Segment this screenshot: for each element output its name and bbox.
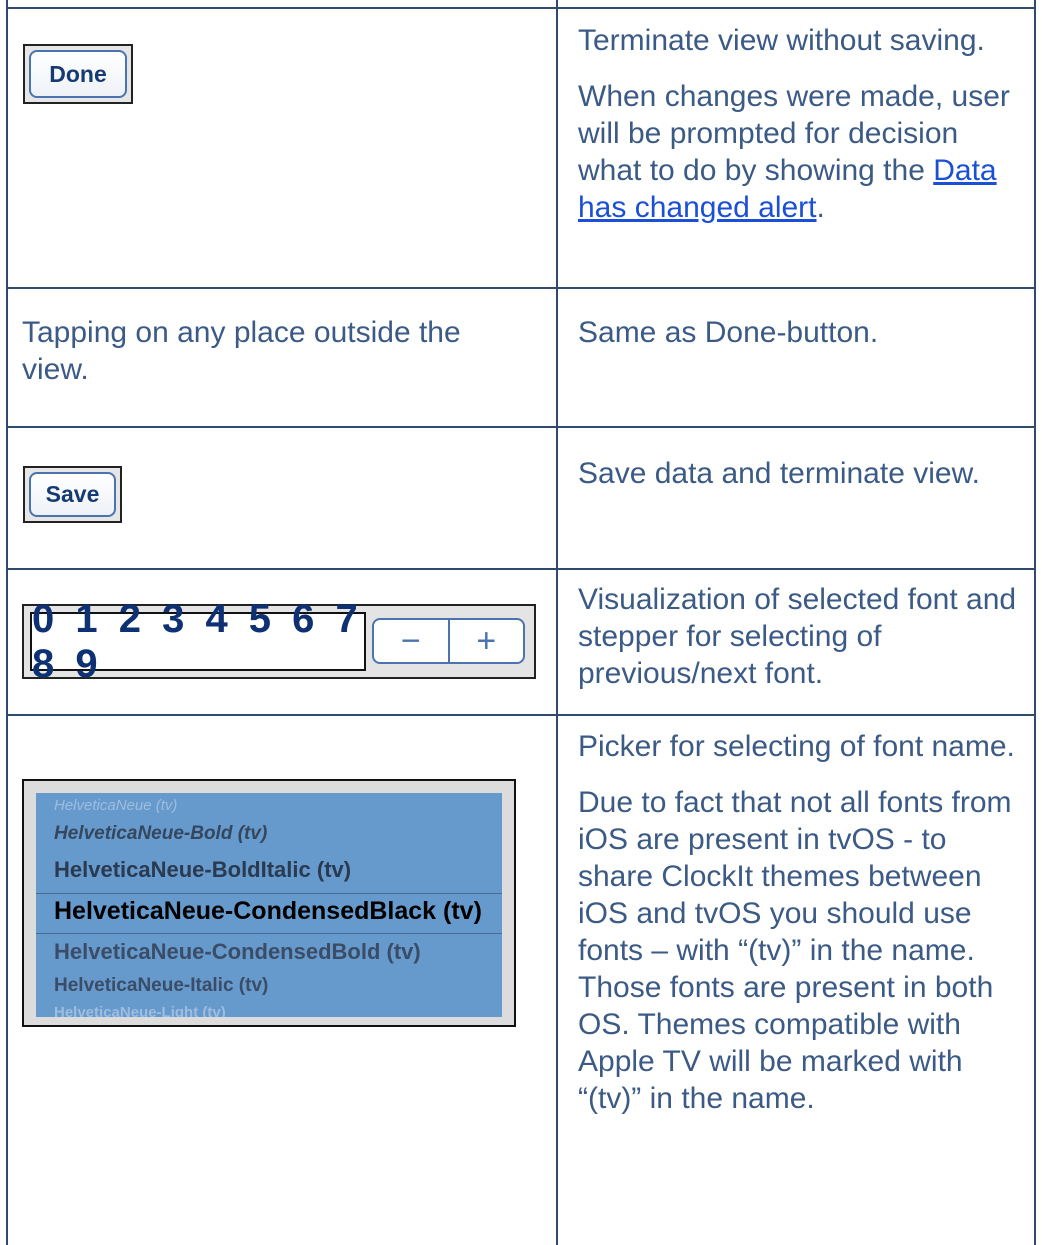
table-border-left: [6, 0, 8, 1245]
stepper-minus-button[interactable]: −: [374, 620, 448, 662]
font-preview-panel: 0 1 2 3 4 5 6 7 8 9 − +: [22, 597, 536, 686]
tap-outside-label: Tapping on any place outside the view.: [22, 316, 461, 386]
picker-description-detail: Due to fact that not all fonts from iOS …: [578, 786, 1012, 1115]
done-button[interactable]: Done: [23, 44, 133, 104]
table-row-divider: [6, 714, 1036, 716]
tap-outside-description: Same as Done-button.: [578, 316, 879, 349]
table-column-divider: [556, 0, 558, 1245]
table-row-divider: [6, 426, 1036, 428]
done-description: Terminate view without saving. When chan…: [578, 22, 1018, 245]
picker-description: Picker for selecting of font name. Due t…: [578, 728, 1018, 1136]
picker-item[interactable]: HelveticaNeue-CondensedBold (tv): [54, 939, 421, 965]
save-description: Save data and terminate view.: [578, 457, 980, 490]
stepper-description: Visualization of selected font and stepp…: [578, 583, 1017, 690]
picker-item[interactable]: HelveticaNeue (tv): [54, 797, 177, 814]
picker-selection-line: [36, 893, 502, 894]
stepper-plus-button[interactable]: +: [450, 620, 524, 662]
picker-description-line: Picker for selecting of font name.: [578, 730, 1015, 763]
description-table: Done Terminate view without saving. When…: [0, 0, 1042, 1245]
font-preview-digits: 0 1 2 3 4 5 6 7 8 9: [30, 597, 366, 686]
picker-item[interactable]: HelveticaNeue-Italic (tv): [54, 975, 268, 997]
picker-item[interactable]: HelveticaNeue-BoldItalic (tv): [54, 857, 351, 883]
table-border-top: [6, 7, 1036, 9]
font-picker-panel: HelveticaNeue (tv) HelveticaNeue-Bold (tv…: [22, 779, 516, 1027]
save-button-label: Save: [29, 472, 116, 517]
table-row-divider: [6, 568, 1036, 570]
done-description-line: Terminate view without saving.: [578, 24, 985, 57]
done-button-label: Done: [29, 50, 127, 98]
picker-selection-line: [36, 933, 502, 934]
save-button[interactable]: Save: [23, 466, 122, 523]
font-picker-wheel[interactable]: HelveticaNeue (tv) HelveticaNeue-Bold (tv…: [36, 793, 502, 1017]
picker-item[interactable]: HelveticaNeue-Light (tv): [54, 1004, 226, 1017]
table-row-divider: [6, 287, 1036, 289]
done-description-detail: When changes were made, user will be pro…: [578, 80, 1010, 224]
picker-item[interactable]: HelveticaNeue-CondensedBlack (tv): [54, 897, 482, 926]
table-border-right: [1034, 0, 1036, 1245]
font-stepper[interactable]: − +: [372, 618, 525, 664]
picker-item[interactable]: HelveticaNeue-Bold (tv): [54, 823, 267, 845]
